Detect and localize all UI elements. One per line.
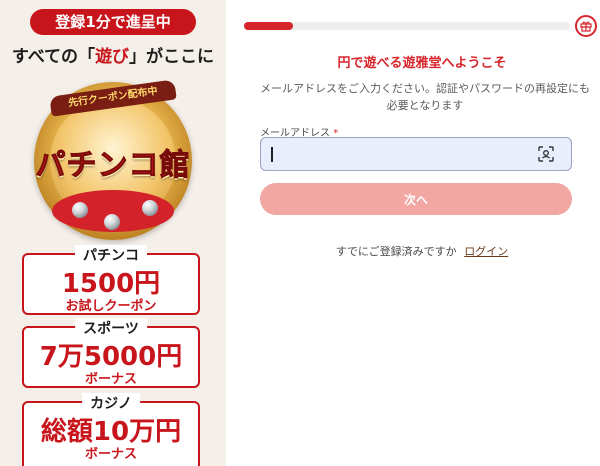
headline-pre: すべての「 [11,47,96,67]
pachinko-logo: 先行クーポン配布中 パチンコ館 [30,79,196,244]
promo-headline: すべての「遊び」がここに [0,42,226,67]
promo-card-desc: お試しクーポン [65,299,157,314]
promo-ribbon: 登録1分で進呈中 [30,9,196,35]
next-button[interactable]: 次へ [260,183,572,215]
login-link[interactable]: ログイン [464,245,508,258]
pachinko-ball [142,200,158,216]
progress-fill [244,22,293,30]
registration-progress-bar [244,22,570,30]
already-registered-text: すでにご登録済みですか [335,245,457,258]
promo-card-category: パチンコ [75,245,147,265]
promo-card-desc: ボーナス [84,372,137,387]
logo-title: パチンコ館 [35,148,191,184]
email-field[interactable] [271,144,531,164]
promo-card-category: スポーツ [75,318,147,338]
pachinko-ball [104,214,120,230]
headline-highlight: 遊び [95,47,130,67]
email-field-container[interactable] [260,137,572,171]
welcome-title: 円で遊べる遊雅堂へようこそ [337,56,507,71]
login-prompt: すでにご登録済みですか ログイン [244,243,600,259]
face-scan-icon[interactable] [538,146,554,162]
promo-banner: 登録1分で進呈中 すべての「遊び」がここに 先行クーポン配布中 パチンコ館 パチ… [0,0,226,466]
promo-card-category: カジノ [82,393,140,413]
headline-post: 」がここに [129,47,215,67]
email-instruction: メールアドレスをご入力ください。認証やパスワードの再設定にも必要となります [260,82,590,112]
text-caret [271,147,273,162]
promo-card-sports: スポーツ 7万5000円 ボーナス [22,318,200,388]
promo-card-desc: ボーナス [84,447,137,462]
gift-icon [575,15,597,37]
promo-card-pachinko: パチンコ 1500円 お試しクーポン [22,245,200,315]
signup-panel: 円で遊べる遊雅堂へようこそ メールアドレスをご入力ください。認証やパスワードの再… [244,0,600,466]
promo-card-casino: カジノ 総額10万円 ボーナス [22,393,200,466]
pachinko-ball [72,202,88,218]
